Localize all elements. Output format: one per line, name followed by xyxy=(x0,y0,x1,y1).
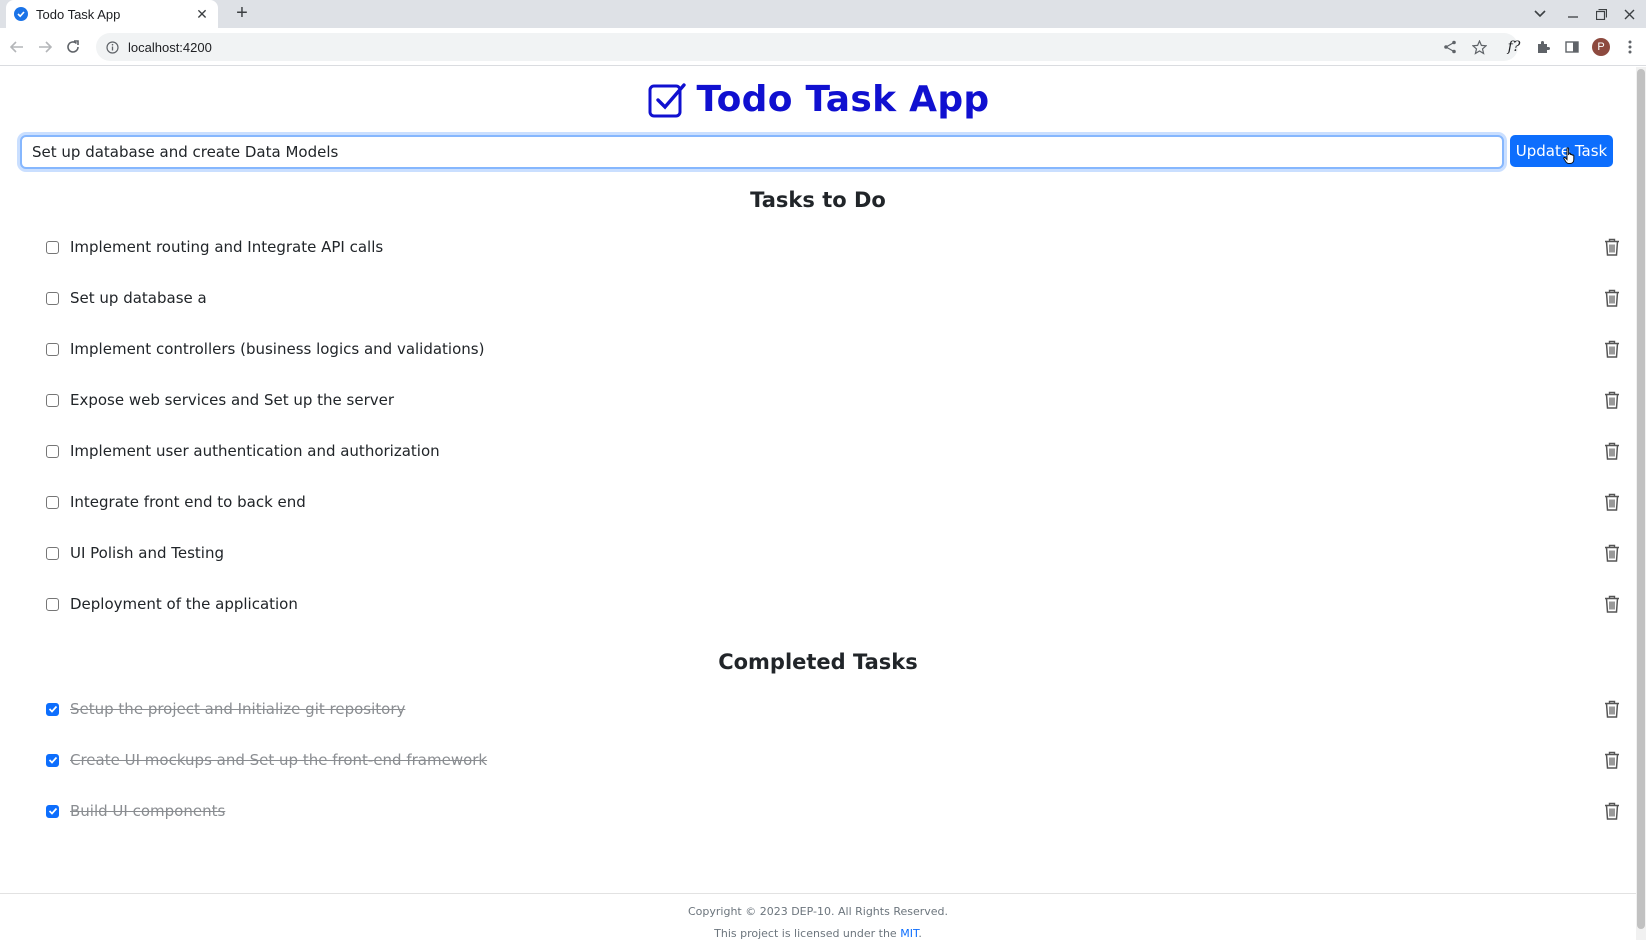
bookmark-star-icon[interactable] xyxy=(1469,37,1489,57)
trash-icon[interactable] xyxy=(1602,800,1622,822)
task-label[interactable]: Expose web services and Set up the serve… xyxy=(70,391,1602,409)
todo-task-row: Expose web services and Set up the serve… xyxy=(46,385,1622,415)
completed-tasks-heading: Completed Tasks xyxy=(718,650,918,674)
task-checkbox[interactable] xyxy=(46,597,59,611)
license-suffix: . xyxy=(918,927,922,940)
back-icon[interactable] xyxy=(7,37,27,57)
reload-icon[interactable] xyxy=(63,37,83,57)
todo-task-row: Deployment of the application xyxy=(46,589,1622,619)
trash-icon[interactable] xyxy=(1602,491,1622,513)
completed-task-row: Create UI mockups and Set up the front-e… xyxy=(46,745,1622,775)
todo-task-row: Implement user authentication and author… xyxy=(46,436,1622,466)
close-tab-icon[interactable]: ✕ xyxy=(194,6,210,22)
task-checkbox[interactable] xyxy=(46,495,59,509)
new-tab-button[interactable]: + xyxy=(230,3,254,25)
trash-icon[interactable] xyxy=(1602,287,1622,309)
completed-task-row: Build UI components xyxy=(46,796,1622,826)
task-label[interactable]: Build UI components xyxy=(70,802,1602,820)
page-viewport: Todo Task App Update Task Tasks to Do Im… xyxy=(0,67,1646,940)
trash-icon[interactable] xyxy=(1602,749,1622,771)
url-text: localhost:4200 xyxy=(128,39,212,55)
task-label[interactable]: Create UI mockups and Set up the front-e… xyxy=(70,751,1602,769)
tasks-to-do-heading: Tasks to Do xyxy=(750,188,886,212)
task-label[interactable]: Integrate front end to back end xyxy=(70,493,1602,511)
task-label[interactable]: Setup the project and Initialize git rep… xyxy=(70,700,1602,718)
task-label[interactable]: Implement user authentication and author… xyxy=(70,442,1602,460)
mit-license-link[interactable]: MIT xyxy=(900,927,918,940)
side-panel-icon[interactable] xyxy=(1562,37,1582,57)
todo-task-row: Integrate front end to back end xyxy=(46,487,1622,517)
license-text: This project is licensed under the MIT. xyxy=(0,927,1636,940)
hand-cursor-icon xyxy=(1563,147,1575,164)
check-square-icon xyxy=(648,82,686,117)
trash-icon[interactable] xyxy=(1602,389,1622,411)
task-label[interactable]: UI Polish and Testing xyxy=(70,544,1602,562)
page-title: Todo Task App xyxy=(696,79,990,120)
task-checkbox[interactable] xyxy=(46,804,59,818)
task-checkbox[interactable] xyxy=(46,753,59,767)
page-scrollbar[interactable] xyxy=(1636,67,1646,940)
minimize-icon[interactable] xyxy=(1561,4,1585,24)
task-label[interactable]: Deployment of the application xyxy=(70,595,1602,613)
todo-task-row: Set up database a xyxy=(46,283,1622,313)
restore-icon[interactable] xyxy=(1589,4,1613,24)
profile-avatar[interactable]: P xyxy=(1592,38,1610,56)
copyright-text: Copyright © 2023 DEP-10. All Rights Rese… xyxy=(687,905,949,918)
trash-icon[interactable] xyxy=(1602,593,1622,615)
task-checkbox[interactable] xyxy=(46,240,59,254)
share-icon[interactable] xyxy=(1440,37,1460,57)
task-checkbox[interactable] xyxy=(46,393,59,407)
app-header: Todo Task App xyxy=(0,79,1636,120)
task-label[interactable]: Implement routing and Integrate API call… xyxy=(70,238,1602,256)
browser-toolbar: localhost:4200 f? P xyxy=(0,28,1646,66)
todo-task-row: Implement controllers (business logics a… xyxy=(46,334,1622,364)
task-checkbox[interactable] xyxy=(46,342,59,356)
todo-task-row: Implement routing and Integrate API call… xyxy=(46,232,1622,262)
extensions-puzzle-icon[interactable] xyxy=(1533,37,1553,57)
trash-icon[interactable] xyxy=(1602,440,1622,462)
scrollbar-thumb[interactable] xyxy=(1637,69,1645,929)
close-window-icon[interactable] xyxy=(1617,4,1641,24)
browser-tab[interactable]: Todo Task App ✕ xyxy=(6,0,218,28)
todo-task-row: UI Polish and Testing xyxy=(46,538,1622,568)
site-info-icon[interactable] xyxy=(104,39,120,55)
update-task-button[interactable]: Update Task xyxy=(1510,135,1613,167)
formula-extension-icon[interactable]: f? xyxy=(1504,37,1524,57)
footer: Copyright © 2023 DEP-10. All Rights Rese… xyxy=(0,893,1636,940)
task-checkbox[interactable] xyxy=(46,291,59,305)
trash-icon[interactable] xyxy=(1602,542,1622,564)
forward-icon[interactable] xyxy=(35,37,55,57)
task-checkbox[interactable] xyxy=(46,444,59,458)
trash-icon[interactable] xyxy=(1602,698,1622,720)
task-label[interactable]: Set up database a xyxy=(70,289,1602,307)
task-checkbox[interactable] xyxy=(46,546,59,560)
trash-icon[interactable] xyxy=(1602,236,1622,258)
license-prefix: This project is licensed under the xyxy=(714,927,901,940)
task-label[interactable]: Implement controllers (business logics a… xyxy=(70,340,1602,358)
task-checkbox[interactable] xyxy=(46,702,59,716)
favicon-icon xyxy=(14,7,28,21)
browser-menu-icon[interactable] xyxy=(1620,37,1640,57)
address-bar[interactable]: localhost:4200 xyxy=(96,33,1518,61)
browser-tab-strip: Todo Task App ✕ + xyxy=(0,0,1646,28)
tab-title: Todo Task App xyxy=(36,6,121,22)
tab-search-icon[interactable] xyxy=(1528,4,1552,24)
task-input[interactable] xyxy=(20,135,1504,169)
completed-task-row: Setup the project and Initialize git rep… xyxy=(46,694,1622,724)
trash-icon[interactable] xyxy=(1602,338,1622,360)
